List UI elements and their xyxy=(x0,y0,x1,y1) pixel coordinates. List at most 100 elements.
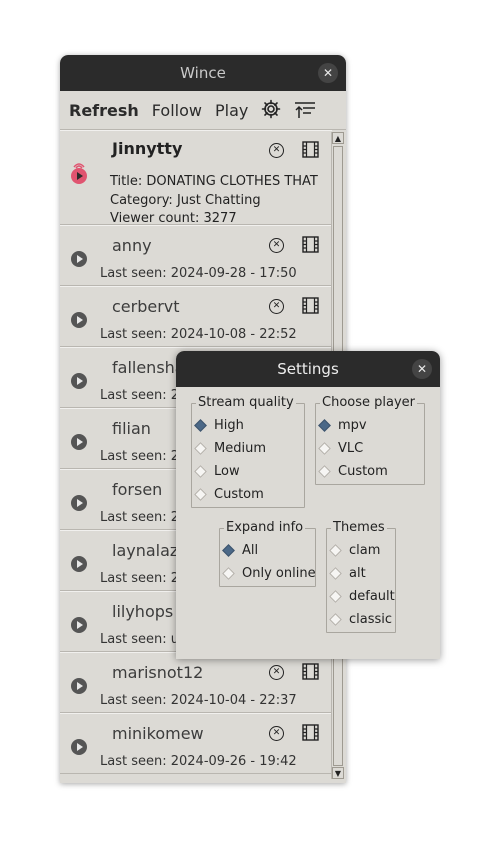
unfollow-icon[interactable]: ✕ xyxy=(269,299,284,314)
close-settings-button[interactable]: ✕ xyxy=(412,359,432,379)
close-icon: ✕ xyxy=(322,66,334,80)
gear-icon[interactable] xyxy=(261,99,281,122)
radio-label: Medium xyxy=(214,441,266,456)
radio-indicator-icon xyxy=(194,442,207,455)
expand-info-title: Expand info xyxy=(224,520,306,535)
film-icon[interactable] xyxy=(302,141,319,158)
choose-player-title: Choose player xyxy=(320,395,417,410)
toolbar: Refresh Follow Play xyxy=(60,91,346,130)
play-icon[interactable] xyxy=(71,495,87,511)
play-icon[interactable] xyxy=(71,312,87,328)
play-icon[interactable] xyxy=(71,678,87,694)
play-icon[interactable] xyxy=(71,556,87,572)
radio-label: mpv xyxy=(338,418,367,433)
radio-themes-classic[interactable]: classic xyxy=(329,612,393,627)
radio-label: Custom xyxy=(214,487,264,502)
last-seen: Last seen: 2024-09-26 - 19:42 xyxy=(100,754,297,769)
play-icon[interactable] xyxy=(71,739,87,755)
radio-label: Low xyxy=(214,464,240,479)
stream-title: Title: DONATING CLOTHES THAT xyxy=(110,174,318,189)
expand-info-group: Expand info All Only online xyxy=(219,520,316,587)
radio-indicator-icon xyxy=(318,419,331,432)
radio-indicator-icon xyxy=(194,419,207,432)
radio-expand-info-only-online[interactable]: Only online xyxy=(222,566,316,581)
list-item[interactable]: anny Last seen: 2024-09-28 - 17:50 ✕ xyxy=(60,225,332,286)
close-window-button[interactable]: ✕ xyxy=(318,63,338,83)
radio-indicator-icon xyxy=(222,544,235,557)
sort-up-icon[interactable] xyxy=(294,101,316,119)
stream-quality-title: Stream quality xyxy=(196,395,296,410)
list-item[interactable]: marisnot12 Last seen: 2024-10-04 - 22:37… xyxy=(60,652,332,713)
title-bar[interactable]: Wince ✕ xyxy=(60,55,346,91)
scroll-down-arrow[interactable]: ▼ xyxy=(332,767,344,779)
radio-choose-player-vlc[interactable]: VLC xyxy=(318,441,364,456)
play-icon[interactable] xyxy=(71,373,87,389)
radio-stream-quality-high[interactable]: High xyxy=(194,418,244,433)
radio-indicator-icon xyxy=(222,567,235,580)
refresh-button[interactable]: Refresh xyxy=(69,101,139,120)
window-title: Wince xyxy=(180,64,226,82)
radio-label: Only online xyxy=(242,566,316,581)
unfollow-icon[interactable]: ✕ xyxy=(269,143,284,158)
radio-stream-quality-medium[interactable]: Medium xyxy=(194,441,266,456)
play-icon[interactable] xyxy=(71,434,87,450)
radio-choose-player-mpv[interactable]: mpv xyxy=(318,418,367,433)
live-play-icon[interactable] xyxy=(71,168,87,184)
unfollow-icon[interactable]: ✕ xyxy=(269,726,284,741)
list-item[interactable]: minikomew Last seen: 2024-09-26 - 19:42 … xyxy=(60,713,332,774)
streamer-name: minikomew xyxy=(112,724,204,743)
streamer-name: lilyhops xyxy=(112,602,174,621)
radio-indicator-icon xyxy=(329,544,342,557)
follow-button[interactable]: Follow xyxy=(152,101,202,120)
list-item[interactable]: Jinnytty Title: DONATING CLOTHES THAT Ca… xyxy=(60,130,332,226)
radio-label: clam xyxy=(349,543,381,558)
radio-indicator-icon xyxy=(318,465,331,478)
streamer-name: forsen xyxy=(112,480,163,499)
stream-quality-group: Stream quality High Medium Low Custom xyxy=(191,395,305,508)
stream-category: Category: Just Chatting xyxy=(110,193,261,208)
radio-stream-quality-custom[interactable]: Custom xyxy=(194,487,264,502)
radio-indicator-icon xyxy=(318,442,331,455)
radio-stream-quality-low[interactable]: Low xyxy=(194,464,240,479)
radio-label: classic xyxy=(349,612,393,627)
radio-label: High xyxy=(214,418,244,433)
streamer-name: filian xyxy=(112,419,151,438)
settings-title-bar[interactable]: Settings ✕ xyxy=(176,351,440,387)
play-icon[interactable] xyxy=(71,251,87,267)
last-seen: Last seen: 2024-10-04 - 22:37 xyxy=(100,693,297,708)
radio-themes-alt[interactable]: alt xyxy=(329,566,366,581)
play-button[interactable]: Play xyxy=(215,101,248,120)
streamer-name: Jinnytty xyxy=(112,139,183,158)
play-icon[interactable] xyxy=(71,617,87,633)
film-icon[interactable] xyxy=(302,297,319,314)
scroll-up-arrow[interactable]: ▲ xyxy=(332,132,344,144)
themes-title: Themes xyxy=(331,520,387,535)
streamer-name: anny xyxy=(112,236,152,255)
radio-indicator-icon xyxy=(194,465,207,478)
radio-label: All xyxy=(242,543,259,558)
choose-player-group: Choose player mpv VLC Custom xyxy=(315,395,425,485)
radio-indicator-icon xyxy=(329,590,342,603)
radio-expand-info-all[interactable]: All xyxy=(222,543,259,558)
close-icon: ✕ xyxy=(416,362,428,376)
list-item[interactable]: cerbervt Last seen: 2024-10-08 - 22:52 ✕ xyxy=(60,286,332,347)
unfollow-icon[interactable]: ✕ xyxy=(269,238,284,253)
radio-themes-default[interactable]: default xyxy=(329,589,395,604)
streamer-name: marisnot12 xyxy=(112,663,204,682)
radio-themes-clam[interactable]: clam xyxy=(329,543,381,558)
film-icon[interactable] xyxy=(302,724,319,741)
settings-dialog: Settings ✕ Stream quality High Medium Low C… xyxy=(176,351,440,659)
last-seen: Last seen: 2024-10-08 - 22:52 xyxy=(100,327,297,342)
streamer-name: cerbervt xyxy=(112,297,180,316)
last-seen: Last seen: 2024-09-28 - 17:50 xyxy=(100,266,297,281)
radio-choose-player-custom[interactable]: Custom xyxy=(318,464,388,479)
radio-label: alt xyxy=(349,566,366,581)
film-icon[interactable] xyxy=(302,236,319,253)
viewer-count: Viewer count: 3277 xyxy=(110,211,237,226)
radio-label: default xyxy=(349,589,395,604)
radio-label: VLC xyxy=(338,441,364,456)
settings-title: Settings xyxy=(277,360,339,378)
film-icon[interactable] xyxy=(302,663,319,680)
radio-label: Custom xyxy=(338,464,388,479)
unfollow-icon[interactable]: ✕ xyxy=(269,665,284,680)
